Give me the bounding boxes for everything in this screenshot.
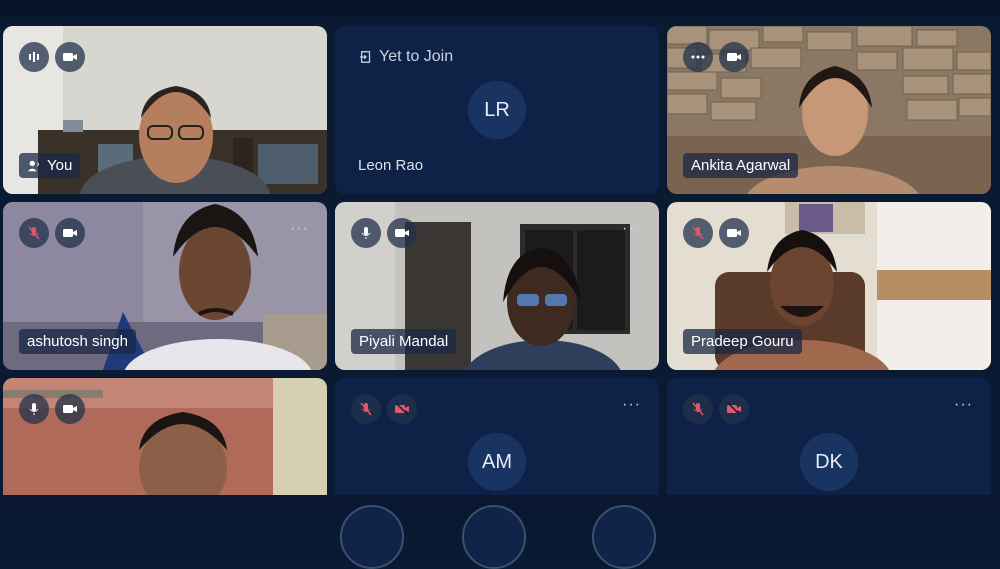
control-button-3[interactable] <box>592 505 656 569</box>
video-tile-you[interactable]: You <box>3 26 327 194</box>
more-dots-icon[interactable] <box>683 42 713 72</box>
participant-name-ankita: Ankita Agarwal <box>683 153 799 178</box>
video-tile-ashutosh[interactable]: ··· ashutosh singh <box>3 202 327 370</box>
camera-on-icon[interactable] <box>719 42 749 72</box>
camera-on-icon[interactable] <box>55 394 85 424</box>
participant-name-pradeep: Pradeep Gouru <box>683 329 802 354</box>
mic-on-icon[interactable] <box>19 394 49 424</box>
video-tile-piyali[interactable]: ··· Piyali Mandal <box>335 202 659 370</box>
mic-muted-icon[interactable] <box>19 218 49 248</box>
camera-on-icon[interactable] <box>387 218 417 248</box>
mic-on-icon[interactable] <box>351 218 381 248</box>
video-tile-pradeep[interactable]: Pradeep Gouru <box>667 202 991 370</box>
avatar-dk: DK <box>800 433 858 491</box>
more-options-icon[interactable]: ··· <box>954 397 973 413</box>
more-options-icon[interactable]: ··· <box>622 221 641 237</box>
camera-on-icon[interactable] <box>55 218 85 248</box>
mic-muted-icon[interactable] <box>683 394 713 424</box>
participant-name-ashutosh: ashutosh singh <box>19 329 136 354</box>
camera-on-icon[interactable] <box>55 42 85 72</box>
video-tile-row3-camera[interactable] <box>3 378 327 495</box>
more-options-icon[interactable]: ··· <box>622 397 641 413</box>
participant-name-you-label: You <box>47 157 73 174</box>
more-options-icon[interactable]: ··· <box>290 221 309 237</box>
mic-muted-icon[interactable] <box>351 394 381 424</box>
yet-to-join-label: Yet to Join <box>379 48 454 65</box>
avatar-leon: LR <box>468 81 526 139</box>
video-tile-ankita[interactable]: Ankita Agarwal <box>667 26 991 194</box>
camera-off-icon[interactable] <box>387 394 417 424</box>
control-button-2[interactable] <box>462 505 526 569</box>
avatar-am: AM <box>468 433 526 491</box>
camera-off-icon[interactable] <box>719 394 749 424</box>
video-tile-leon[interactable]: Yet to Join LR Leon Rao <box>335 26 659 194</box>
participant-name-you: You <box>19 153 81 178</box>
mic-muted-icon[interactable] <box>683 218 713 248</box>
participant-name-piyali: Piyali Mandal <box>351 329 457 354</box>
participant-name-leon: Leon Rao <box>358 157 424 174</box>
top-bar <box>0 0 1000 16</box>
speaker-icon <box>27 160 39 171</box>
yet-to-join-status: Yet to Join <box>359 48 453 66</box>
video-tile-am[interactable]: ··· AM <box>335 378 659 495</box>
join-door-icon <box>359 51 371 63</box>
video-tile-dk[interactable]: ··· DK <box>667 378 991 495</box>
speaking-indicator-icon[interactable] <box>19 42 49 72</box>
control-button-1[interactable] <box>340 505 404 569</box>
camera-on-icon[interactable] <box>719 218 749 248</box>
